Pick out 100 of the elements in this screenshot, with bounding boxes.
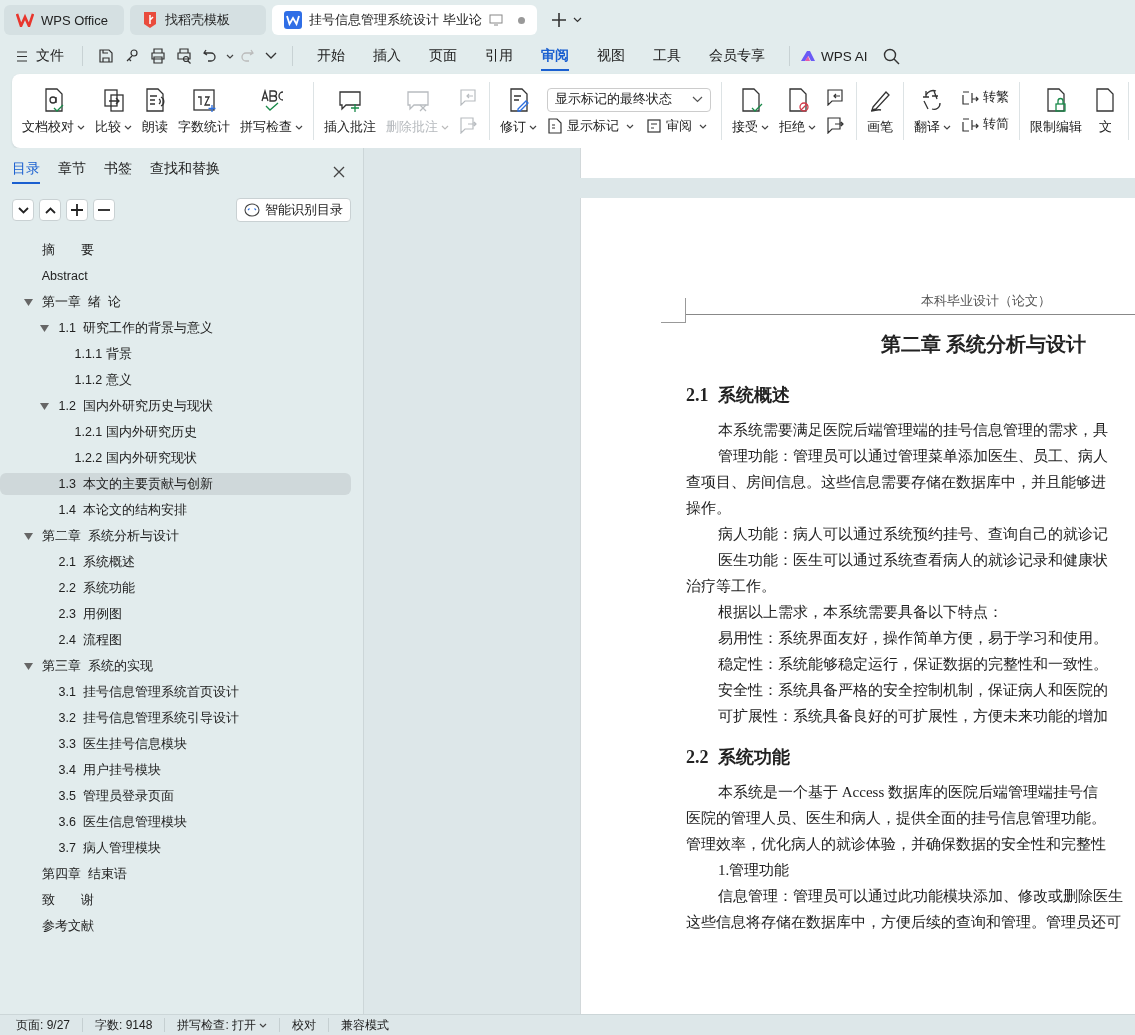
toc-item[interactable]: 第二章 系统分析与设计 (0, 525, 351, 547)
toc-item[interactable]: 1.2.1 国内外研究历史 (0, 421, 351, 443)
toc-item[interactable]: 2.3 用例图 (0, 603, 351, 625)
wps-ai-button[interactable]: WPS AI (800, 48, 868, 64)
ribbon-tab[interactable]: 视图 (597, 41, 625, 71)
paragraph-line: 1.管理功能 (717, 861, 791, 880)
paragraph-line: 查项目、房间信息。这些信息需要存储在数据库中，并且能够进 (686, 473, 1107, 492)
toc-item[interactable]: 1.4 本论文的结构安排 (0, 499, 351, 521)
ribbon-button[interactable]: 朗读 (138, 84, 172, 138)
toc-item[interactable]: 1.1.1 背景 (0, 343, 351, 365)
window-tab[interactable]: WPS Office (4, 5, 124, 35)
toc-item[interactable]: 1.1.2 意义 (0, 369, 351, 391)
toc-item[interactable]: Abstract (0, 265, 351, 287)
toc-item[interactable]: 3.6 医生信息管理模块 (0, 811, 351, 833)
window-tab[interactable]: 找稻壳模板 (130, 5, 266, 35)
ribbon-button[interactable]: 限制编辑 (1026, 84, 1086, 138)
ribbon-button[interactable]: 插入批注 (320, 84, 380, 138)
toc-item[interactable]: 2.4 流程图 (0, 629, 351, 651)
previous-comment-icon[interactable] (826, 88, 846, 106)
status-item[interactable]: 兼容模式 (341, 1016, 390, 1034)
ribbon-button[interactable]: 画笔 (863, 84, 897, 138)
ribbon-button[interactable]: 拼写检查 (236, 84, 307, 138)
sidebar-tab[interactable]: 目录 (12, 160, 40, 184)
ribbon-button[interactable]: 字数统计 (174, 84, 234, 138)
collapse-button[interactable] (12, 199, 34, 221)
toc-item[interactable]: 1.3 本文的主要贡献与创新 (0, 473, 351, 495)
smart-toc-button[interactable]: 智能识别目录 (236, 198, 351, 222)
toc-item[interactable]: 1.2.2 国内外研究现状 (0, 447, 351, 469)
expand-triangle-icon[interactable] (24, 662, 33, 670)
toc-item[interactable]: 2.1 系统概述 (0, 551, 351, 573)
paragraph-line: 安全性：系统具备严格的安全控制机制，保证病人和医院的 (717, 681, 1109, 700)
chevron-down-icon[interactable] (265, 52, 277, 60)
markup-select[interactable]: 显示标记的最终状态 (547, 87, 711, 112)
chevron-down-icon[interactable] (572, 17, 582, 23)
chapter-title: 第二章 系统分析与设计 (880, 332, 1087, 357)
status-item[interactable]: 字数: 9148 (95, 1016, 153, 1034)
toc-item[interactable]: 3.2 挂号信息管理系统引导设计 (0, 707, 351, 729)
toc-item[interactable]: 摘 要 (0, 239, 351, 261)
ribbon-button[interactable]: 接受 (728, 84, 773, 138)
expand-triangle-icon[interactable] (24, 298, 33, 306)
sidebar-tab[interactable]: 查找和替换 (150, 160, 220, 184)
sidebar-tab[interactable]: 章节 (58, 160, 86, 184)
save-icon[interactable] (98, 48, 114, 64)
ribbon-tab[interactable]: 审阅 (541, 41, 569, 71)
ribbon-button[interactable]: 审阅 (646, 117, 707, 135)
toc-item[interactable]: 2.2 系统功能 (0, 577, 351, 599)
print-preview-icon[interactable] (176, 48, 192, 64)
ribbon-tab[interactable]: 工具 (653, 41, 681, 71)
window-tab[interactable]: 挂号信息管理系统设计 毕业论 (272, 5, 537, 35)
ribbon-button[interactable]: 显示标记 (547, 117, 634, 135)
expand-triangle-icon[interactable] (40, 402, 49, 410)
ribbon-tab[interactable]: 开始 (317, 41, 345, 71)
toc-item[interactable]: 3.7 病人管理模块 (0, 837, 351, 859)
search-icon[interactable] (882, 47, 900, 65)
status-item[interactable]: 页面: 9/27 (16, 1016, 71, 1034)
toc-item[interactable]: 3.3 医生挂号信息模块 (0, 733, 351, 755)
add-button[interactable] (66, 199, 88, 221)
menu-icon (16, 50, 28, 62)
toc-item[interactable]: 3.4 用户挂号模块 (0, 759, 351, 781)
toc-item[interactable]: 第四章 结束语 (0, 863, 351, 885)
ribbon-button[interactable]: 修订 (496, 84, 541, 138)
expand-triangle-icon[interactable] (24, 532, 33, 540)
expand-triangle-icon[interactable] (40, 324, 49, 332)
paragraph-line: 管理功能：管理员可以通过管理菜单添加医生、员工、病人 (717, 447, 1109, 466)
expand-button[interactable] (39, 199, 61, 221)
remove-button[interactable] (93, 199, 115, 221)
ribbon-tab[interactable]: 会员专享 (709, 41, 765, 71)
ribbon-tab[interactable]: 页面 (429, 41, 457, 71)
toc-item[interactable]: 1.1 研究工作的背景与意义 (0, 317, 351, 339)
ribbon-button[interactable]: 文 (1088, 84, 1122, 138)
toc-item[interactable]: 参考文献 (0, 915, 351, 937)
tab-title: 找稻壳模板 (165, 11, 231, 29)
paragraph-line: 本系统是一个基于 Access 数据库的医院后端管理端挂号信 (717, 783, 1099, 802)
status-item[interactable]: 拼写检查: 打开 (177, 1016, 268, 1034)
toc-item[interactable]: 第一章 绪 论 (0, 291, 351, 313)
ribbon-tab[interactable]: 插入 (373, 41, 401, 71)
toc-item[interactable]: 3.5 管理员登录页面 (0, 785, 351, 807)
undo-icon[interactable] (202, 48, 218, 64)
paragraph-line: 操作。 (686, 499, 732, 518)
file-menu[interactable]: 文件 (16, 47, 64, 65)
toc-item[interactable]: 1.2 国内外研究历史与现状 (0, 395, 351, 417)
paragraph-line: 管理效率，优化病人的就诊体验，并确保数据的安全性和完整性 (686, 835, 1107, 854)
ribbon-button[interactable]: 文档校对 (18, 84, 89, 138)
ribbon-button[interactable]: 转繁 (961, 89, 1009, 106)
toc-item[interactable]: 致 谢 (0, 889, 351, 911)
ribbon-button[interactable]: 转简 (961, 116, 1009, 133)
sidebar-tab[interactable]: 书签 (104, 160, 132, 184)
print-icon[interactable] (150, 48, 166, 64)
ribbon-button[interactable]: 比较 (91, 84, 136, 138)
toc-item[interactable]: 第三章 系统的实现 (0, 655, 351, 677)
section-heading: 2.1 系统概述 (686, 384, 791, 407)
status-item[interactable]: 校对 (292, 1016, 317, 1034)
toc-item[interactable]: 3.1 挂号信息管理系统首页设计 (0, 681, 351, 703)
paragraph-line: 可扩展性：系统具备良好的可扩展性，方便未来功能的增加 (717, 707, 1109, 726)
ribbon-button[interactable]: 翻译 (910, 84, 955, 138)
close-icon[interactable] (333, 166, 345, 178)
next-comment-icon[interactable] (826, 116, 846, 134)
ribbon-tab[interactable]: 引用 (485, 41, 513, 71)
ribbon-button[interactable]: 拒绝 (775, 84, 820, 138)
new-tab-icon[interactable] (550, 12, 567, 28)
